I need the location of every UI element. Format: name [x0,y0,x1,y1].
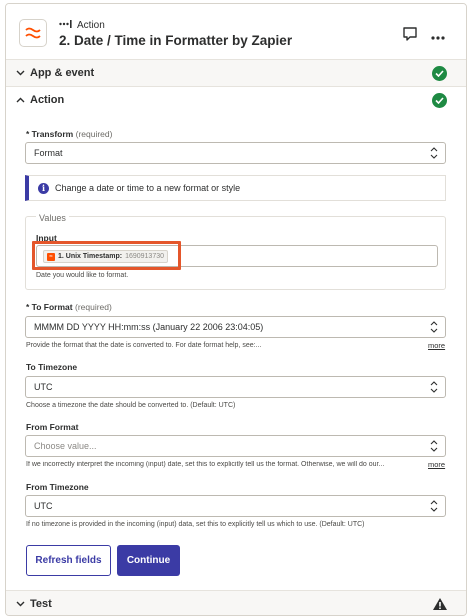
step-dots-icon [59,20,73,31]
step-header: Action 2. Date / Time in Formatter by Za… [6,4,466,59]
step-kind-row: Action [59,20,105,31]
from-format-select[interactable]: Choose value... [25,435,446,457]
transform-select[interactable]: Format [25,142,446,164]
pill-label: 1. Unix Timestamp: [58,253,123,260]
to-format-label: * To Format (required) [26,302,112,312]
chevron-down-icon [16,599,25,609]
info-icon: i [38,182,49,194]
refresh-fields-button[interactable]: Refresh fields [26,545,111,576]
select-arrows-icon [430,500,438,512]
pill-value: 1690913730 [125,253,164,260]
input-label: Input [36,233,57,243]
to-format-value: MMMM DD YYYY HH:mm:ss (January 22 2006 2… [34,322,264,332]
info-banner: i Change a date or time to a new format … [25,175,446,201]
warning-icon [432,597,448,611]
values-legend: Values [36,213,69,223]
from-timezone-label: From Timezone [26,482,89,492]
step-title: 2. Date / Time in Formatter by Zapier [59,33,293,48]
to-timezone-select[interactable]: UTC [25,376,446,398]
to-timezone-value: UTC [34,382,53,392]
section-action-label: Action [30,94,65,106]
to-format-more-link[interactable]: more [428,341,445,350]
from-format-placeholder: Choose value... [34,441,97,451]
formatter-logo-icon [19,19,47,47]
comment-icon[interactable] [402,26,418,42]
input-help: Date you would like to format. [36,272,129,279]
select-arrows-icon [430,440,438,452]
from-format-help: If we incorrectly interpret the incoming… [26,461,385,468]
to-format-select[interactable]: MMMM DD YYYY HH:mm:ss (January 22 2006 2… [25,316,446,338]
mapped-field-pill[interactable]: ≈ 1. Unix Timestamp: 1690913730 [43,250,168,263]
step-kind-label: Action [77,20,105,31]
check-circle-icon [432,65,447,81]
chevron-down-icon [16,68,25,78]
section-app-event-label: App & event [30,67,95,79]
select-arrows-icon [430,381,438,393]
to-timezone-help: Choose a timezone the date should be con… [26,402,236,409]
section-test[interactable]: Test [6,590,466,615]
formatter-logo-icon: ≈ [47,252,55,261]
continue-button[interactable]: Continue [117,545,180,576]
more-options-icon[interactable] [431,27,445,43]
chevron-up-icon [16,95,25,105]
from-timezone-select[interactable]: UTC [25,495,446,517]
transform-label: * Transform (required) [26,129,113,139]
from-timezone-help: If no timezone is provided in the incomi… [26,521,365,528]
to-format-help: Provide the format that the date is conv… [26,342,262,349]
section-action[interactable]: Action [6,86,466,113]
to-timezone-label: To Timezone [26,362,78,372]
info-text: Change a date or time to a new format or… [55,183,241,193]
from-format-more-link[interactable]: more [428,460,445,469]
select-arrows-icon [430,321,438,333]
from-timezone-value: UTC [34,501,53,511]
section-app-event[interactable]: App & event [6,59,466,86]
transform-value: Format [34,148,63,158]
section-test-label: Test [30,598,52,610]
select-arrows-icon [430,147,438,159]
step-editor-panel: Action 2. Date / Time in Formatter by Za… [5,3,467,616]
from-format-label: From Format [26,422,79,432]
check-circle-icon [432,92,447,108]
